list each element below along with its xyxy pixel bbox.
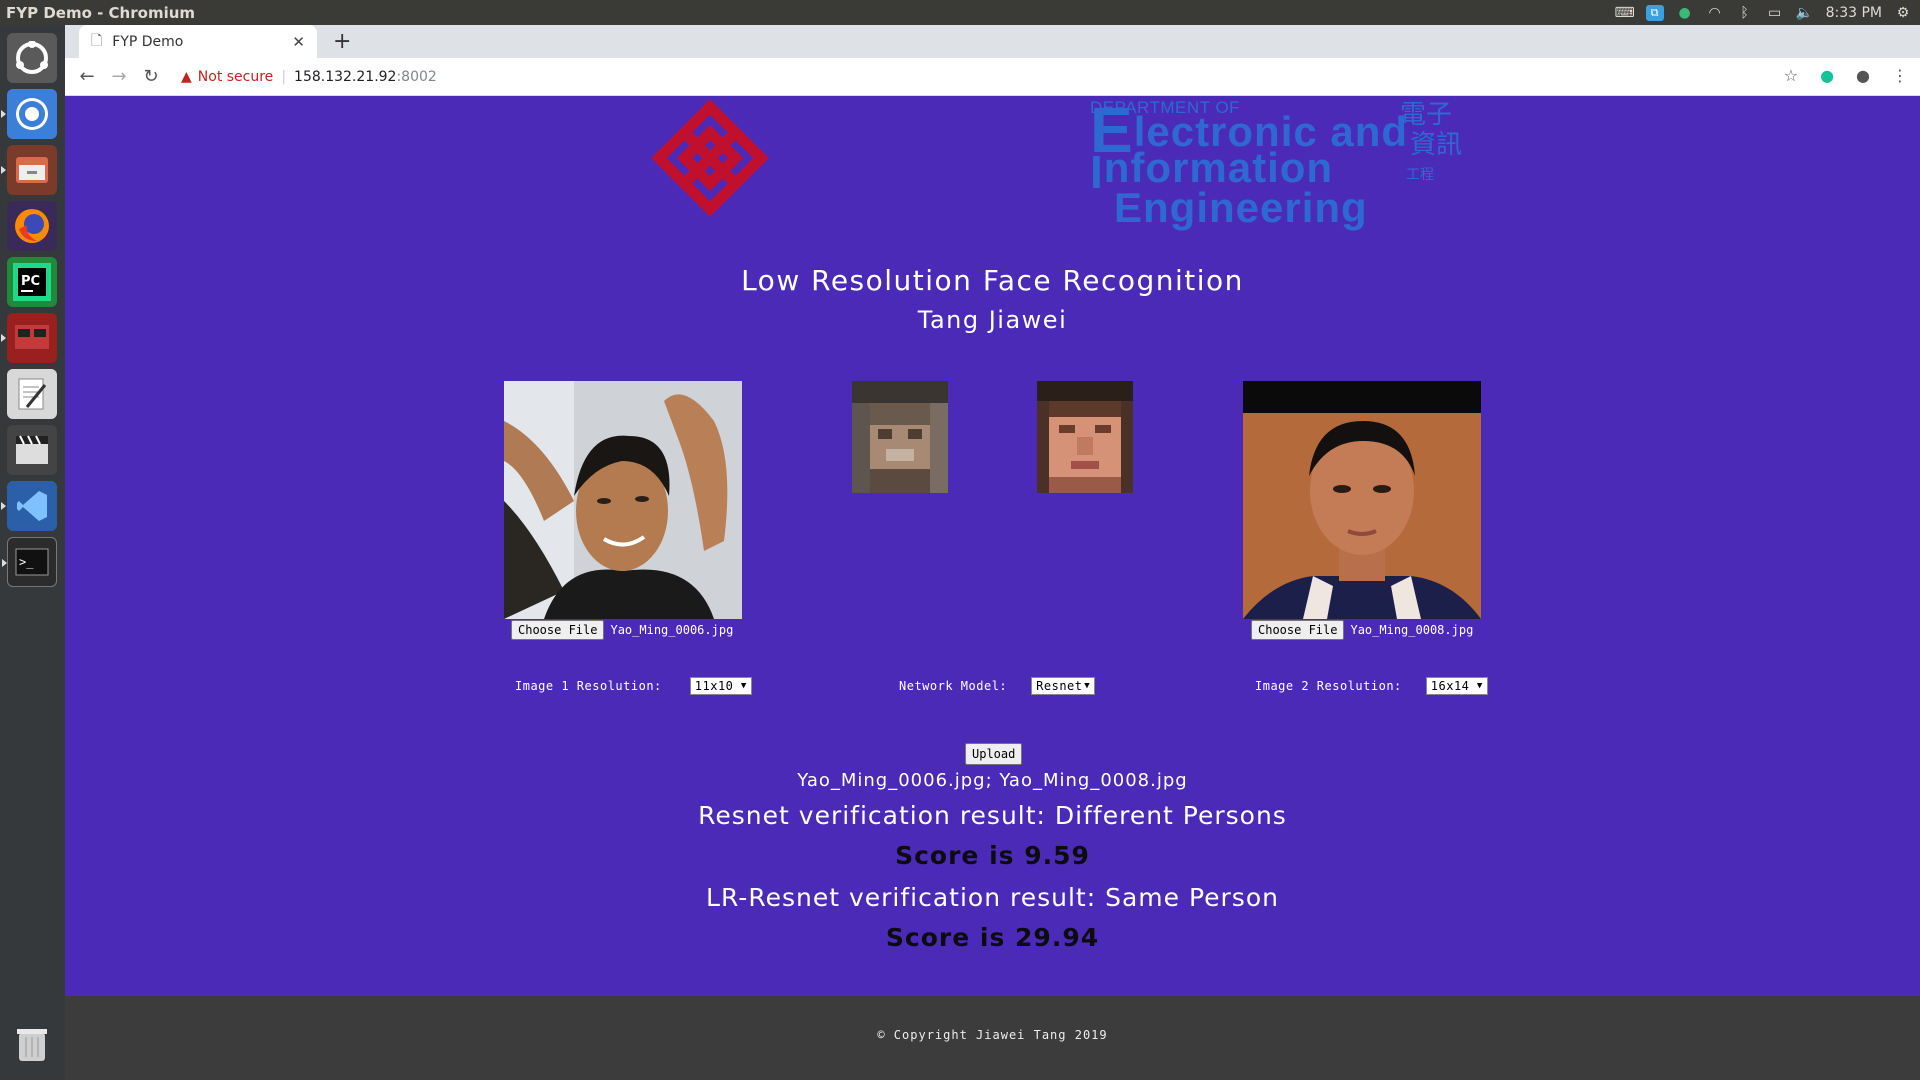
svg-text:PC: PC	[21, 274, 40, 289]
network-model-value: Resnet	[1036, 679, 1083, 693]
tab-strip: 🗋 FYP Demo ✕ +	[65, 25, 1920, 58]
window-title: FYP Demo - Chromium	[6, 3, 196, 22]
divider: |	[281, 69, 287, 85]
dept-name: Electronic and Information Engineering	[1090, 98, 1408, 231]
close-icon[interactable]: ✕	[292, 33, 305, 51]
grammarly-icon[interactable]: ●	[1820, 66, 1834, 85]
ubuntu-dash-icon[interactable]	[7, 33, 57, 83]
department-logo: DEPARTMENT OF Electronic and Information…	[1090, 98, 1510, 234]
image2-resolution-option: Image 2 Resolution: 16x14 ▼	[1255, 677, 1488, 695]
image2-resolution-label: Image 2 Resolution:	[1255, 679, 1402, 693]
web-page: DEPARTMENT OF Electronic and Information…	[65, 96, 1920, 1080]
network-model-option: Network Model: Resnet ▼	[899, 677, 1096, 695]
image2-resolution-value: 16x14	[1430, 679, 1470, 693]
chromium-icon[interactable]	[1, 89, 57, 139]
wifi-icon[interactable]: ◠	[1706, 5, 1724, 21]
app-indicator-icon[interactable]: ⧉	[1645, 4, 1664, 21]
image1-filename: Yao_Ming_0006.jpg	[610, 623, 734, 637]
copyright: © Copyright Jiawei Tang 2019	[877, 1028, 1108, 1042]
remote-desktop-icon[interactable]	[1, 313, 57, 363]
chevron-down-icon: ▼	[740, 681, 747, 691]
text-editor-icon[interactable]	[7, 369, 57, 419]
system-tray: ⌨ ⧉ ● ◠ ᛒ ▭ 🔈 8:33 PM ⚙	[1614, 0, 1912, 25]
image2-file-chooser: Choose File Yao_Ming_0008.jpg	[1251, 620, 1473, 640]
image2-preview	[1243, 381, 1481, 619]
browser-toolbar: ← → ↻ ▲ Not secure | 158.132.21.92 :8002…	[65, 58, 1920, 96]
svg-text:>_: >_	[19, 555, 34, 569]
image1-resolution-label: Image 1 Resolution:	[515, 679, 662, 693]
tab-title: FYP Demo	[112, 33, 184, 50]
account-icon[interactable]: ●	[1856, 66, 1870, 85]
dept-cap-i: I	[1090, 146, 1104, 198]
image1-file-chooser: Choose File Yao_Ming_0006.jpg	[511, 620, 733, 640]
upload-button[interactable]: Upload	[965, 743, 1023, 765]
warning-icon[interactable]: ▲	[181, 69, 192, 85]
footer: © Copyright Jiawei Tang 2019	[65, 996, 1920, 1080]
dept-chinese-2: 資訊	[1410, 130, 1463, 160]
bluetooth-alt-icon[interactable]: ●	[1676, 5, 1694, 21]
menu-icon[interactable]: ⋮	[1892, 66, 1908, 85]
clock[interactable]: 8:33 PM	[1826, 5, 1882, 21]
video-editor-icon[interactable]	[7, 425, 57, 475]
terminal-icon[interactable]: >_	[2, 537, 57, 587]
bookmark-star-icon[interactable]: ☆	[1784, 66, 1798, 85]
new-tab-button[interactable]: +	[333, 29, 351, 54]
image1-resolution-value: 11x10	[694, 679, 734, 693]
vscode-icon[interactable]	[1, 481, 57, 531]
network-model-select[interactable]: Resnet ▼	[1031, 677, 1096, 695]
lr-resnet-result: LR-Resnet verification result: Same Pers…	[706, 883, 1279, 912]
lr-resnet-score: Score is 29.94	[885, 923, 1100, 952]
firefox-icon[interactable]	[7, 201, 57, 251]
toolbar-actions: ☆ ● ● ⋮	[1784, 66, 1908, 85]
dept-chinese: 電子 資訊 工程	[1400, 100, 1462, 190]
launcher: PC >_	[0, 25, 65, 1080]
trash-icon[interactable]	[7, 1019, 57, 1069]
chevron-down-icon: ▼	[1084, 681, 1091, 691]
files-icon[interactable]	[1, 145, 57, 195]
url-host[interactable]: 158.132.21.92	[294, 69, 396, 85]
address-bar[interactable]: ▲ Not secure | 158.132.21.92 :8002	[181, 64, 437, 90]
os-top-panel: FYP Demo - Chromium ⌨ ⧉ ● ◠ ᛒ ▭ 🔈 8:33 P…	[0, 0, 1920, 25]
polyu-logo	[648, 96, 772, 224]
resnet-score: Score is 9.59	[895, 841, 1090, 870]
volume-icon[interactable]: 🔈	[1796, 5, 1814, 21]
lowres-image1	[852, 381, 948, 493]
url-port[interactable]: :8002	[396, 69, 436, 85]
dept-chinese-1: 電子	[1400, 100, 1453, 130]
image1-preview	[504, 381, 742, 619]
tab-fyp-demo[interactable]: 🗋 FYP Demo ✕	[79, 25, 317, 58]
image1-resolution-select[interactable]: 11x10 ▼	[689, 677, 752, 695]
battery-icon[interactable]: ▭	[1766, 5, 1784, 21]
dept-engineering: Engineering	[1114, 184, 1368, 231]
image2-filename: Yao_Ming_0008.jpg	[1350, 623, 1474, 637]
chevron-down-icon: ▼	[1476, 681, 1483, 691]
settings-icon[interactable]: ⚙	[1894, 5, 1912, 21]
image1-choose-file-button[interactable]: Choose File	[511, 620, 605, 640]
security-label[interactable]: Not secure	[198, 69, 274, 85]
network-model-label: Network Model:	[899, 679, 1008, 693]
lowres-image2	[1037, 381, 1133, 493]
resnet-result: Resnet verification result: Different Pe…	[698, 801, 1287, 830]
pycharm-icon[interactable]: PC	[7, 257, 57, 307]
reload-icon[interactable]: ↻	[135, 66, 167, 87]
keyboard-icon[interactable]: ⌨	[1614, 5, 1634, 21]
bluetooth-icon[interactable]: ᛒ	[1736, 5, 1754, 21]
dept-chinese-3: 工程	[1406, 167, 1434, 183]
page-icon: 🗋	[91, 32, 103, 49]
image2-resolution-select[interactable]: 16x14 ▼	[1425, 677, 1488, 695]
page-title: Low Resolution Face Recognition	[741, 264, 1244, 297]
uploaded-files: Yao_Ming_0006.jpg; Yao_Ming_0008.jpg	[797, 770, 1188, 791]
forward-icon[interactable]: →	[103, 66, 135, 87]
image1-resolution-option: Image 1 Resolution: 11x10 ▼	[515, 677, 752, 695]
back-icon[interactable]: ←	[71, 66, 103, 87]
author-name: Tang Jiawei	[917, 306, 1068, 334]
image2-choose-file-button[interactable]: Choose File	[1251, 620, 1345, 640]
